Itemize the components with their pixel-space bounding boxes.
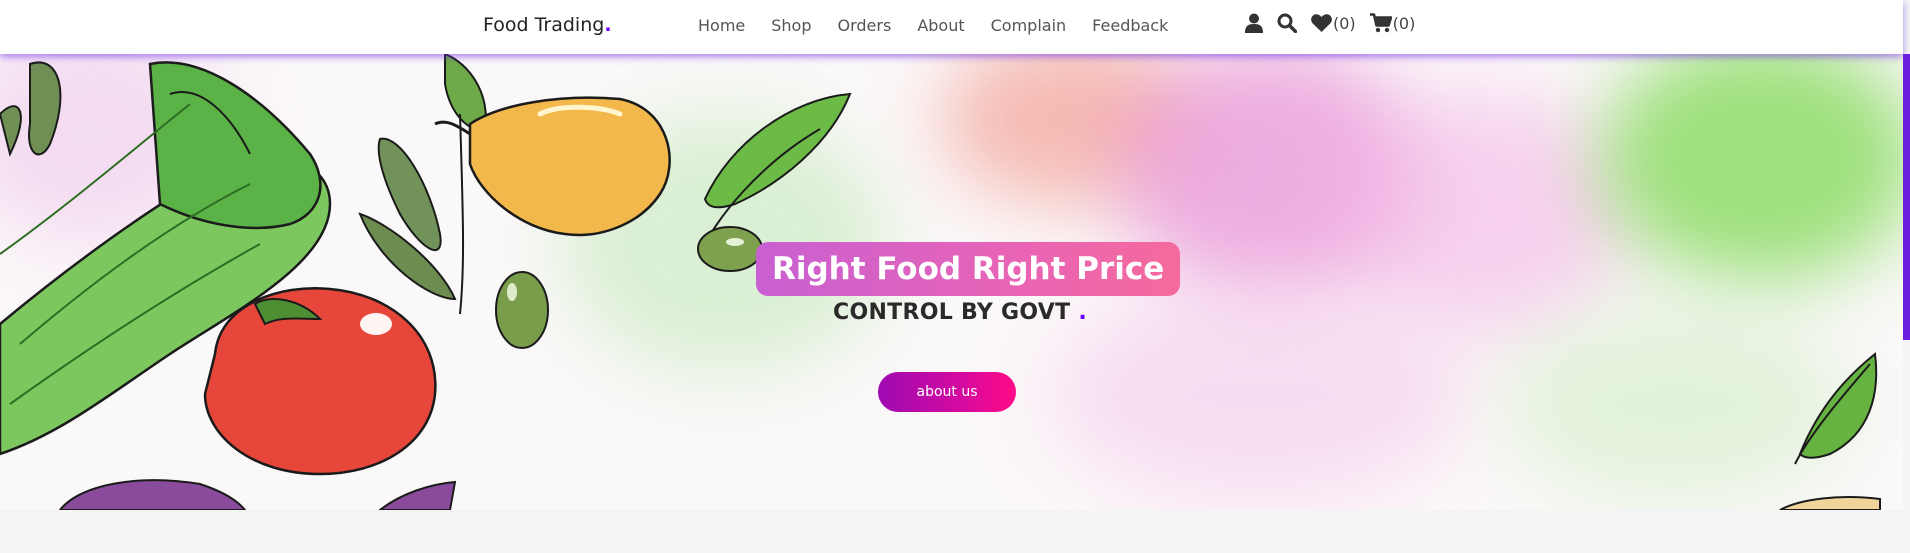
wishlist-count: (0) [1333,13,1356,33]
nav-link-shop[interactable]: Shop [771,16,811,35]
cart-button[interactable]: (0) [1369,13,1416,33]
hero-title: Right Food Right Price [756,242,1181,296]
cart-icon [1369,13,1392,33]
wishlist-button[interactable]: (0) [1311,14,1356,33]
about-us-button[interactable]: about us [878,372,1016,412]
cabbage-illustration [58,479,457,510]
search-icon[interactable] [1277,13,1297,33]
cart-count: (0) [1392,13,1416,33]
nav-link-orders[interactable]: Orders [838,16,892,35]
nav-link-about[interactable]: About [917,16,964,35]
nav-icon-group: (0) (0) [1245,13,1429,33]
olives-illustration [495,226,763,349]
hero-subtitle-text: CONTROL BY GOVT [833,300,1071,325]
nav-link-feedback[interactable]: Feedback [1092,16,1168,35]
nav-link-complain[interactable]: Complain [991,16,1067,35]
nav-link-home[interactable]: Home [698,16,745,35]
user-icon[interactable] [1245,13,1263,33]
heart-icon [1311,14,1332,32]
hero-subtitle: CONTROL BY GOVT . [833,300,1087,325]
hero-subtitle-dot: . [1078,300,1088,325]
hero-banner: Right Food Right Price CONTROL BY GOVT .… [0,54,1903,510]
right-leaf-illustration [1779,352,1881,510]
brand-name: Food Trading [483,14,605,36]
brand-dot: . [604,14,612,36]
brand-logo[interactable]: Food Trading. [483,14,612,36]
scrollbar-accent [1903,54,1910,340]
top-navbar: Food Trading. Home Shop Orders About Com… [0,0,1903,54]
main-nav: Home Shop Orders About Complain Feedback [698,16,1194,35]
tomato-illustration [203,287,437,476]
